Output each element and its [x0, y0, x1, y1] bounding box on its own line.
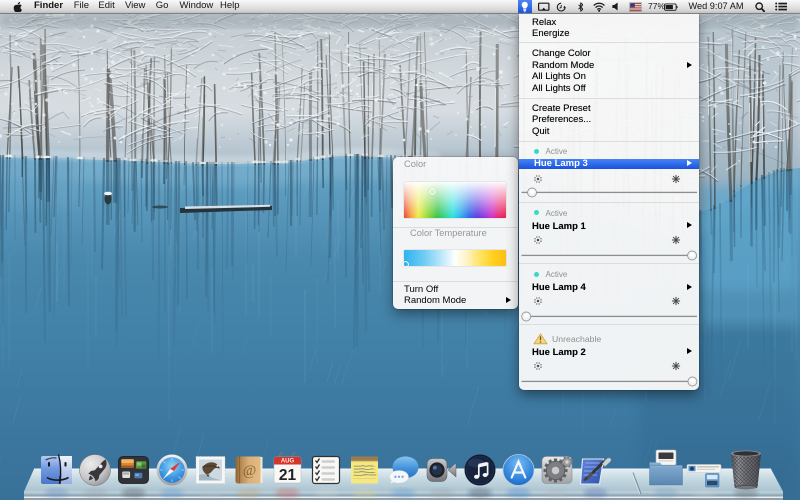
svg-text:AUG: AUG — [281, 459, 295, 465]
svg-text:21: 21 — [279, 467, 297, 484]
svg-text:@: @ — [243, 463, 256, 479]
